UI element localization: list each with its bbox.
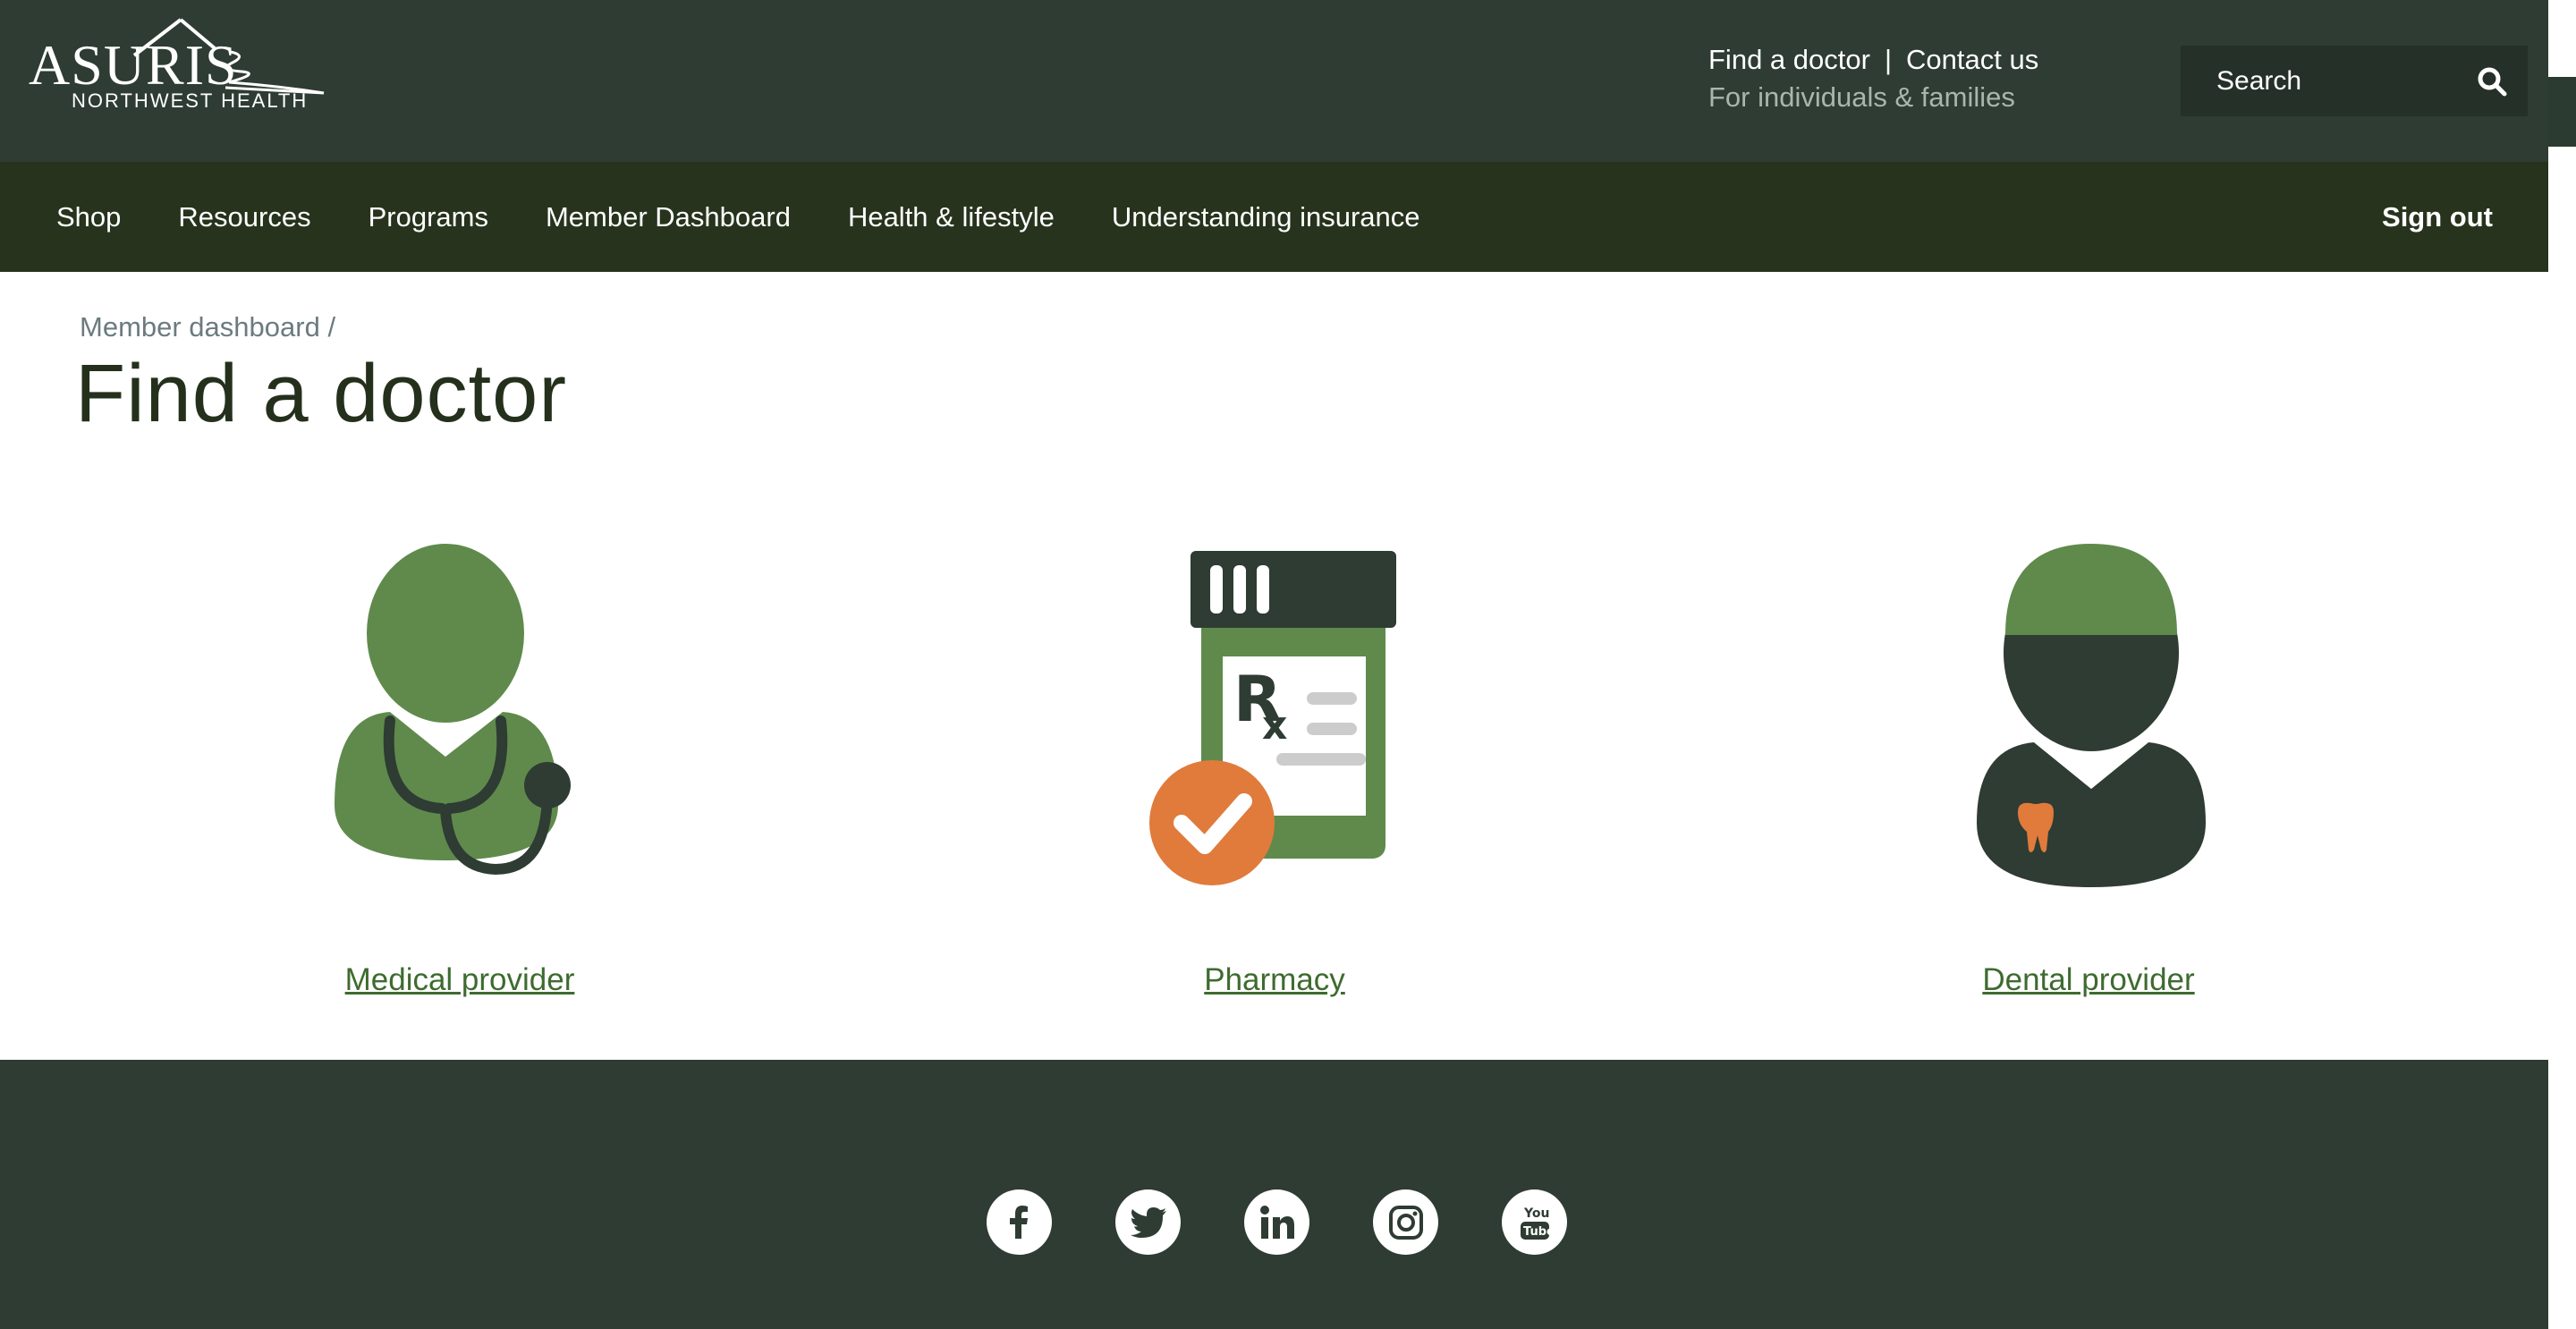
dental-provider-link[interactable]: Dental provider bbox=[1982, 962, 2194, 997]
svg-text:x: x bbox=[1262, 703, 1287, 749]
search-input[interactable] bbox=[2216, 65, 2467, 97]
logo-graphic: ASURIS NORTHWEST HEALTH bbox=[29, 18, 325, 112]
nav-item-shop[interactable]: Shop bbox=[0, 201, 149, 233]
page-edge bbox=[2548, 0, 2576, 1329]
nav-item-understanding-insurance[interactable]: Understanding insurance bbox=[1083, 201, 1449, 233]
linkedin-icon[interactable] bbox=[1244, 1189, 1309, 1255]
main-nav: Shop Resources Programs Member Dashboard… bbox=[0, 162, 2548, 272]
svg-text:You: You bbox=[1523, 1206, 1549, 1221]
sign-out-button[interactable]: Sign out bbox=[2382, 162, 2493, 272]
breadcrumb-member-dashboard[interactable]: Member dashboard bbox=[80, 311, 320, 343]
breadcrumb-separator: / bbox=[327, 311, 336, 343]
logo-wordmark: ASURIS bbox=[29, 33, 238, 97]
dental-provider-card: Dental provider bbox=[1820, 537, 2357, 1020]
utility-links: Find a doctor | Contact us For individua… bbox=[1708, 41, 2038, 116]
doctor-icon[interactable] bbox=[335, 537, 585, 881]
search-box bbox=[2181, 46, 2528, 116]
pharmacy-link-wrap: Pharmacy bbox=[1006, 962, 1543, 998]
pharmacy-card: R x Pharmacy bbox=[1006, 537, 1543, 1020]
feedback-tab[interactable] bbox=[2548, 77, 2576, 147]
dental-provider-link-wrap: Dental provider bbox=[1820, 962, 2357, 998]
social-links: You Tube bbox=[987, 1189, 1567, 1255]
medical-provider-link-wrap: Medical provider bbox=[191, 962, 728, 998]
twitter-icon[interactable] bbox=[1115, 1189, 1181, 1255]
pharmacy-icon[interactable]: R x bbox=[1140, 537, 1409, 899]
site-header: ASURIS NORTHWEST HEALTH Find a doctor | … bbox=[0, 0, 2548, 162]
nav-item-resources[interactable]: Resources bbox=[149, 201, 339, 233]
facebook-icon[interactable] bbox=[987, 1189, 1052, 1255]
medical-provider-card: Medical provider bbox=[191, 537, 728, 1020]
pharmacy-link[interactable]: Pharmacy bbox=[1204, 962, 1345, 997]
nav-item-health-lifestyle[interactable]: Health & lifestyle bbox=[819, 201, 1083, 233]
contact-us-link[interactable]: Contact us bbox=[1906, 41, 2038, 79]
site-footer: You Tube bbox=[0, 1060, 2548, 1329]
breadcrumb: Member dashboard / bbox=[80, 311, 335, 343]
youtube-icon[interactable]: You Tube bbox=[1502, 1189, 1567, 1255]
find-doctor-link[interactable]: Find a doctor bbox=[1708, 41, 1870, 79]
nav-item-programs[interactable]: Programs bbox=[340, 201, 517, 233]
medical-provider-link[interactable]: Medical provider bbox=[345, 962, 575, 997]
asuris-logo[interactable]: ASURIS NORTHWEST HEALTH bbox=[27, 16, 331, 114]
search-icon[interactable] bbox=[2476, 65, 2508, 97]
logo-tagline: NORTHWEST HEALTH bbox=[72, 89, 308, 112]
audience-label[interactable]: For individuals & families bbox=[1708, 79, 2038, 116]
page-title: Find a doctor bbox=[75, 348, 567, 439]
dentist-icon[interactable] bbox=[1959, 537, 2218, 899]
nav-item-member-dashboard[interactable]: Member Dashboard bbox=[517, 201, 819, 233]
utility-separator: | bbox=[1884, 44, 1892, 75]
page: ASURIS NORTHWEST HEALTH Find a doctor | … bbox=[0, 0, 2548, 1329]
svg-text:Tube: Tube bbox=[1523, 1225, 1553, 1239]
instagram-icon[interactable] bbox=[1373, 1189, 1438, 1255]
